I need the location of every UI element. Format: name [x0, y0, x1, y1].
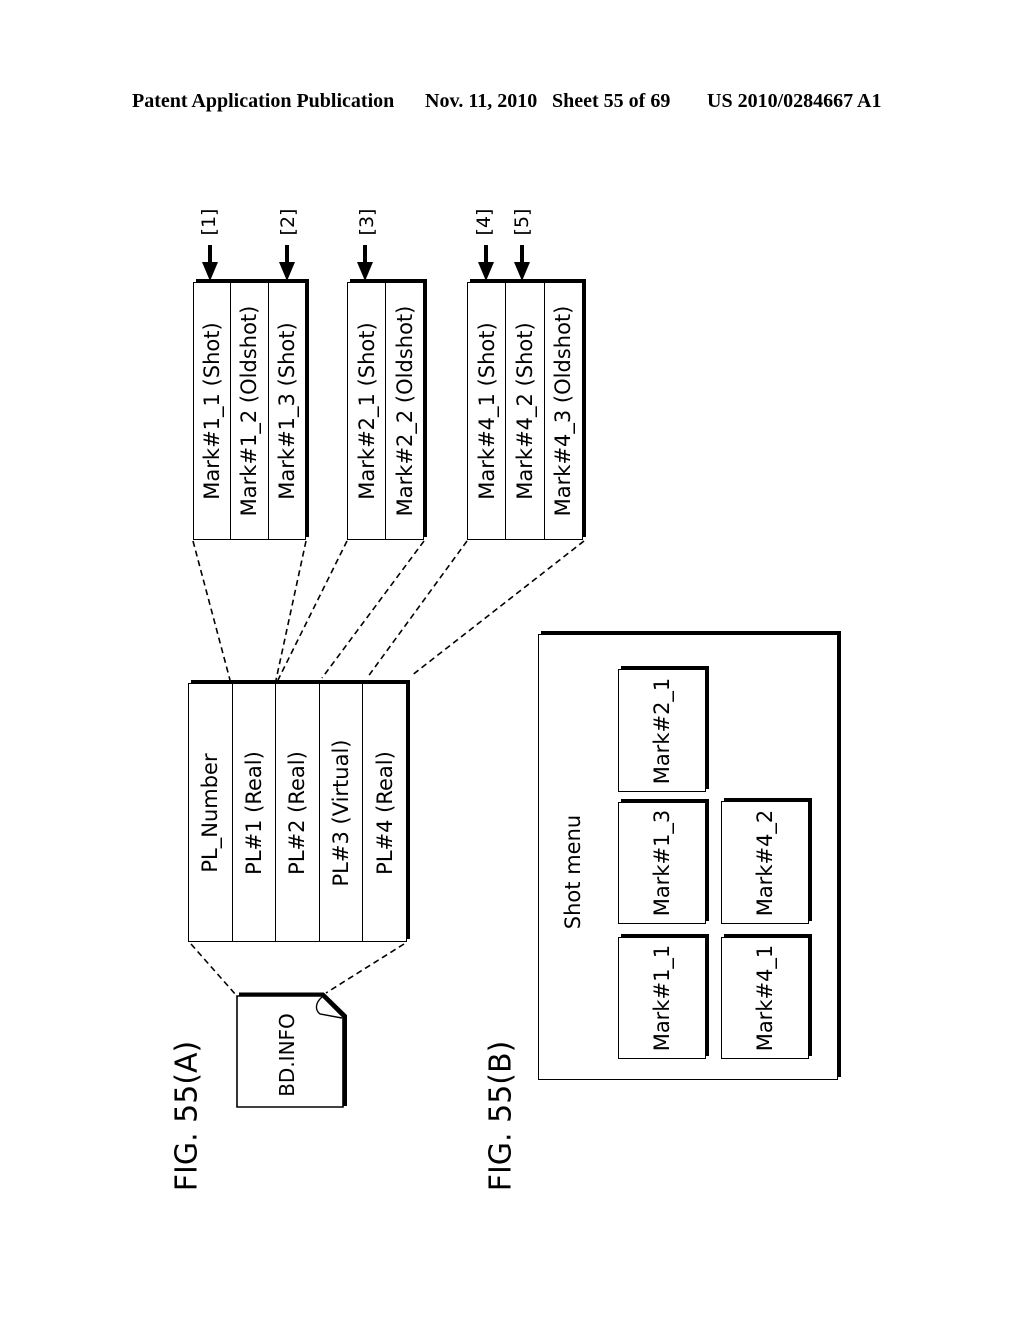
pointer-arrow-4 [478, 245, 494, 281]
patent-number: US 2010/0284667 A1 [707, 90, 882, 112]
thumbnail-label: Mark#2_1 [650, 677, 674, 784]
mark-cell: Mark#4_1 (Shot) [474, 322, 499, 500]
connector-file-left [190, 943, 237, 996]
connector-pl1-right [275, 540, 307, 681]
thumbnail-mark-1-1: Mark#1_1 [618, 937, 706, 1059]
mark-table-pl2: Mark#2_1 (Shot) Mark#2_2 (Oldshot) [347, 282, 424, 540]
connector-pl4-left [366, 540, 468, 679]
connector-file-right [325, 943, 405, 994]
mark-table-pl4: Mark#4_1 (Shot) Mark#4_2 (Shot) Mark#4_3… [467, 282, 583, 540]
thumbnail-label: Mark#1_1 [650, 944, 674, 1052]
connector-pl2-left [277, 540, 348, 681]
pointer-arrow-3 [357, 245, 373, 281]
thumbnail-mark-2-1: Mark#2_1 [618, 669, 706, 792]
playlist-cell: PL#4 (Real) [362, 684, 406, 941]
mark-cell: Mark#4_2 (Shot) [505, 283, 543, 539]
mark-table-pl1: Mark#1_1 (Shot) Mark#1_2 (Oldshot) Mark#… [193, 282, 306, 540]
thumbnail-mark-1-3: Mark#1_3 [618, 802, 706, 924]
pointer-arrow-2 [279, 245, 295, 281]
playlist-table: PL_Number PL#1 (Real) PL#2 (Real) PL#3 (… [188, 683, 407, 942]
playlist-cell: PL#1 (Real) [231, 684, 276, 941]
pointer-arrow-5 [514, 245, 530, 281]
mark-cell: Mark#4_3 (Oldshot) [543, 283, 582, 539]
pointer-arrow-1 [202, 245, 218, 281]
sheet-number: Sheet 55 of 69 [552, 90, 671, 112]
thumbnail-label: Mark#1_3 [650, 809, 674, 917]
thumbnail-label: Mark#4_1 [753, 944, 777, 1052]
thumbnail-label: Mark#4_2 [753, 809, 777, 916]
connector-pl1-left [192, 540, 231, 681]
thumbnail-mark-4-2: Mark#4_2 [721, 801, 809, 924]
publication-date: Nov. 11, 2010 [425, 90, 538, 112]
mark-cell: Mark#2_2 (Oldshot) [385, 283, 423, 539]
mark-cell: Mark#1_3 (Shot) [267, 283, 305, 539]
publication-title: Patent Application Publication [132, 90, 395, 112]
mark-cell: Mark#2_1 (Shot) [354, 322, 379, 500]
playlist-cell: PL_Number [198, 752, 223, 873]
mark-cell: Mark#1_2 (Oldshot) [230, 283, 267, 539]
connector-pl2-right [321, 540, 425, 679]
mark-cell: Mark#1_1 (Shot) [200, 322, 225, 500]
playlist-cell: PL#3 (Virtual) [318, 684, 363, 941]
playlist-cell: PL#2 (Real) [275, 684, 319, 941]
thumbnail-mark-4-1: Mark#4_1 [721, 937, 809, 1059]
